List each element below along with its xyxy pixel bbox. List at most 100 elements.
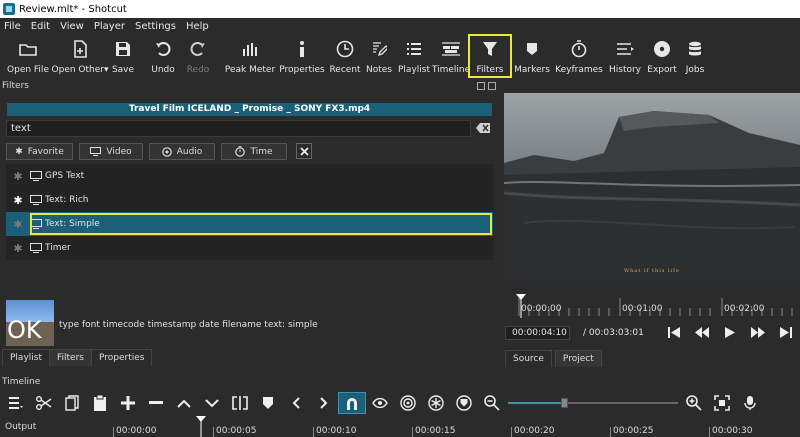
player-playhead[interactable] bbox=[516, 294, 526, 318]
history-button[interactable]: History bbox=[606, 34, 644, 78]
export-button[interactable]: Export bbox=[644, 34, 680, 78]
ripple-markers-button[interactable] bbox=[450, 392, 478, 414]
recent-button[interactable]: Recent bbox=[326, 34, 364, 78]
play-button[interactable] bbox=[716, 324, 744, 340]
fast-forward-button[interactable] bbox=[744, 324, 772, 340]
filter-item-gps-text[interactable]: ✱ GPS Text bbox=[6, 164, 493, 188]
overwrite-button[interactable] bbox=[198, 392, 226, 414]
previous-marker-button[interactable] bbox=[282, 392, 310, 414]
menu-player[interactable]: Player bbox=[94, 21, 125, 32]
copy-button[interactable] bbox=[58, 392, 86, 414]
menu-file[interactable]: File bbox=[4, 21, 21, 32]
speaker-icon bbox=[161, 146, 172, 157]
next-marker-button[interactable] bbox=[310, 392, 338, 414]
skip-to-start-button[interactable] bbox=[660, 324, 688, 340]
open-file-label: Open File bbox=[7, 65, 49, 75]
properties-button[interactable]: Properties bbox=[278, 34, 326, 78]
ripple-icon bbox=[400, 395, 416, 411]
clear-search-icon[interactable] bbox=[476, 123, 490, 133]
rewind-button[interactable] bbox=[688, 324, 716, 340]
zoom-slider[interactable] bbox=[508, 392, 678, 414]
copy-icon bbox=[65, 395, 79, 411]
landscape-image bbox=[504, 111, 800, 281]
undo-button[interactable]: Undo bbox=[144, 34, 182, 78]
keyframes-button[interactable]: Keyframes bbox=[552, 34, 606, 78]
keyframes-label: Keyframes bbox=[555, 65, 603, 75]
record-audio-button[interactable] bbox=[736, 392, 764, 414]
favorite-star-icon[interactable]: ✱ bbox=[6, 242, 30, 255]
menu-edit[interactable]: Edit bbox=[31, 21, 50, 32]
redo-button[interactable]: Redo bbox=[182, 34, 214, 78]
title-bar: Review.mlt* - Shotcut bbox=[0, 0, 800, 18]
skip-to-end-button[interactable] bbox=[772, 324, 800, 340]
save-button[interactable]: Save bbox=[108, 34, 138, 78]
favorite-star-icon[interactable]: ✱ bbox=[6, 194, 30, 207]
player-ruler-label: 00:00:00 bbox=[521, 304, 562, 314]
zoom-slider-fill bbox=[508, 402, 565, 404]
funnel-icon bbox=[479, 38, 501, 60]
zoom-in-button[interactable] bbox=[680, 392, 708, 414]
ripple-all-tracks-button[interactable] bbox=[422, 392, 450, 414]
timeline-ruler[interactable]: Output 00:00:00 00:00:05 00:00:10 00:00:… bbox=[0, 417, 800, 437]
menu-settings[interactable]: Settings bbox=[135, 21, 176, 32]
menu-help[interactable]: Help bbox=[186, 21, 209, 32]
markers-button[interactable]: Markers bbox=[512, 34, 552, 78]
open-file-button[interactable]: Open File bbox=[4, 34, 52, 78]
snap-toggle-button[interactable] bbox=[338, 392, 366, 414]
timeline-title: Timeline bbox=[2, 377, 41, 387]
transport-controls bbox=[660, 324, 800, 340]
filter-item-timer[interactable]: ✱ Timer bbox=[6, 236, 493, 260]
category-audio-button[interactable]: Audio bbox=[149, 143, 215, 160]
close-panel-icon[interactable] bbox=[488, 82, 496, 90]
notes-button[interactable]: Notes bbox=[364, 34, 394, 78]
split-button[interactable] bbox=[226, 392, 254, 414]
close-filter-list-button[interactable] bbox=[296, 143, 312, 159]
database-icon bbox=[684, 38, 706, 60]
playlist-button[interactable]: Playlist bbox=[394, 34, 434, 78]
zoom-slider-handle[interactable] bbox=[561, 398, 569, 408]
current-timecode-field[interactable]: 00:00:04:10 bbox=[505, 326, 570, 340]
category-video-button[interactable]: Video bbox=[79, 143, 143, 160]
player-ruler[interactable]: 00:00:00 00:01:00 00:02:00 bbox=[505, 294, 800, 316]
undo-icon bbox=[152, 38, 174, 60]
scrub-toggle-button[interactable] bbox=[366, 392, 394, 414]
cut-button[interactable] bbox=[30, 392, 58, 414]
jobs-button[interactable]: Jobs bbox=[680, 34, 710, 78]
category-time-button[interactable]: Time bbox=[221, 143, 287, 160]
player-ruler-label: 00:01:00 bbox=[622, 304, 663, 314]
float-panel-icon[interactable] bbox=[477, 82, 485, 90]
ripple-toggle-button[interactable] bbox=[394, 392, 422, 414]
save-label: Save bbox=[111, 65, 135, 75]
category-favorite-button[interactable]: ✱ Favorite bbox=[6, 143, 73, 160]
filter-item-text-simple[interactable]: ✱ Text: Simple bbox=[6, 212, 493, 236]
append-button[interactable] bbox=[114, 392, 142, 414]
monitor-icon bbox=[30, 195, 42, 205]
menu-view[interactable]: View bbox=[60, 21, 84, 32]
filter-search-input[interactable] bbox=[6, 120, 471, 137]
filter-item-text-rich[interactable]: ✱ Text: Rich bbox=[6, 188, 493, 212]
clip-name-bar: Travel Film ICELAND _ Promise _ SONY FX3… bbox=[7, 103, 492, 116]
timeline-playhead[interactable] bbox=[196, 416, 206, 437]
peak-meter-button[interactable]: Peak Meter bbox=[222, 34, 278, 78]
paste-button[interactable] bbox=[86, 392, 114, 414]
favorite-star-icon[interactable]: ✱ bbox=[6, 218, 30, 231]
pencil-icon bbox=[368, 38, 390, 60]
tab-source[interactable]: Source bbox=[505, 350, 552, 367]
zoom-out-button[interactable] bbox=[478, 392, 506, 414]
filter-item-label: Text: Rich bbox=[45, 195, 89, 205]
filters-button[interactable]: Filters bbox=[468, 34, 512, 78]
tab-project[interactable]: Project bbox=[554, 350, 602, 367]
lift-button[interactable] bbox=[170, 392, 198, 414]
tab-filters[interactable]: Filters bbox=[49, 349, 92, 366]
open-other-button[interactable]: Open Other▾ bbox=[52, 34, 109, 78]
timeline-button[interactable]: Timeline bbox=[432, 34, 470, 78]
timeline-menu-button[interactable] bbox=[2, 392, 30, 414]
ripple-delete-button[interactable] bbox=[142, 392, 170, 414]
tab-properties[interactable]: Properties bbox=[90, 349, 153, 366]
video-preview[interactable]: What if this life bbox=[504, 93, 800, 281]
favorite-star-icon[interactable]: ✱ bbox=[6, 170, 30, 183]
add-marker-button[interactable] bbox=[254, 392, 282, 414]
tab-playlist[interactable]: Playlist bbox=[2, 349, 50, 366]
total-duration: / 00:03:03:01 bbox=[583, 328, 644, 338]
zoom-to-fit-button[interactable] bbox=[708, 392, 736, 414]
